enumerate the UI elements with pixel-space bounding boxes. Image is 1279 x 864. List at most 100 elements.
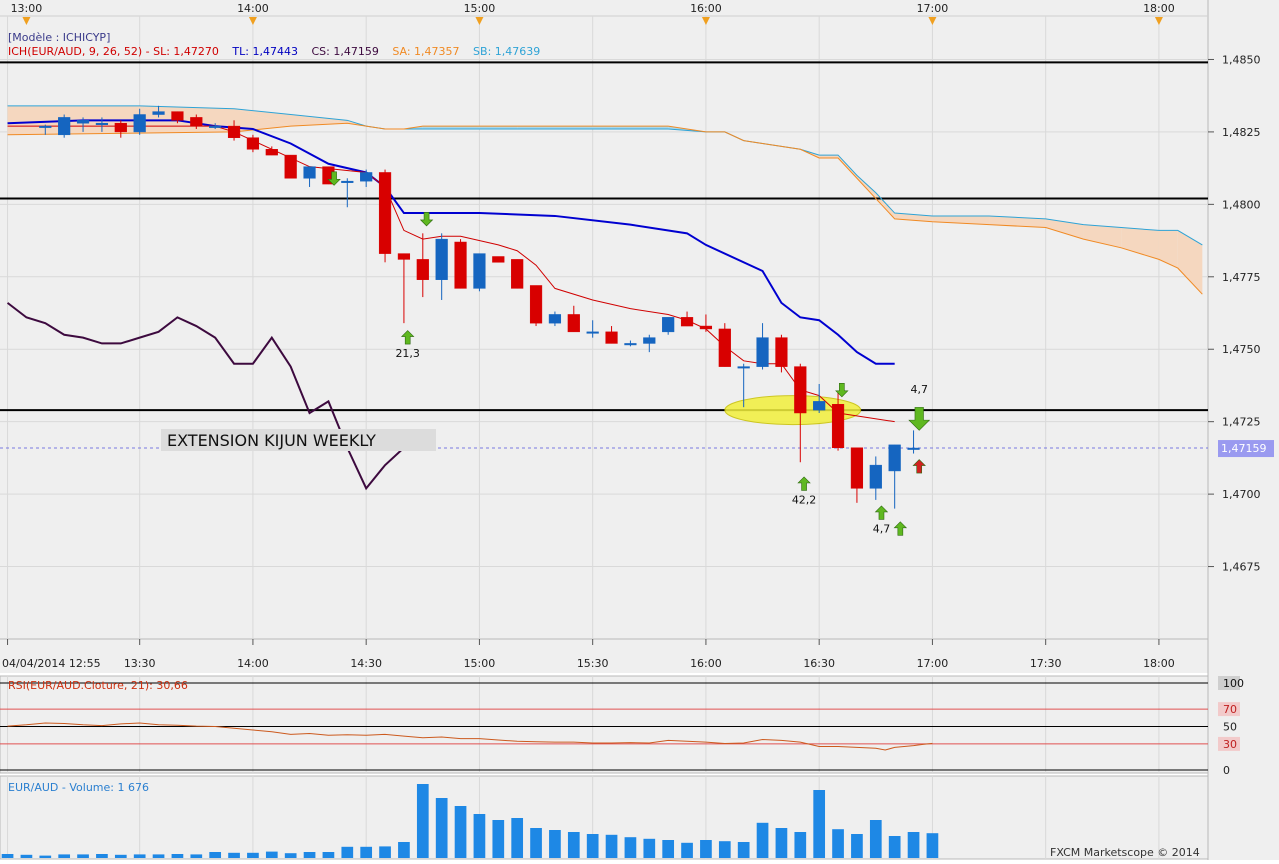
- candle-body[interactable]: [831, 404, 845, 449]
- candle-body[interactable]: [227, 125, 241, 138]
- volume-bar[interactable]: [247, 852, 259, 858]
- candle-body[interactable]: [171, 111, 184, 121]
- candle-body[interactable]: [95, 122, 109, 125]
- volume-bar[interactable]: [775, 828, 788, 858]
- candle-body[interactable]: [567, 314, 580, 333]
- volume-bar[interactable]: [454, 806, 467, 858]
- candle-body[interactable]: [718, 328, 731, 367]
- candle-body[interactable]: [454, 241, 467, 289]
- volume-bar[interactable]: [605, 834, 618, 858]
- candle-body[interactable]: [548, 314, 562, 324]
- candle-body[interactable]: [586, 331, 599, 334]
- volume-bar[interactable]: [832, 829, 844, 858]
- candle-body[interactable]: [888, 444, 901, 472]
- candle-body[interactable]: [850, 447, 864, 489]
- candle-body[interactable]: [492, 256, 505, 263]
- volume-bar[interactable]: [662, 840, 675, 858]
- volume-bar[interactable]: [39, 855, 52, 858]
- volume-bar[interactable]: [435, 798, 448, 858]
- volume-bar[interactable]: [341, 846, 354, 858]
- candle-body[interactable]: [114, 122, 127, 133]
- volume-bar[interactable]: [265, 851, 278, 858]
- candle-body[interactable]: [624, 343, 637, 346]
- volume-bar[interactable]: [379, 846, 391, 858]
- candle-body[interactable]: [680, 317, 694, 327]
- volume-bar[interactable]: [756, 822, 769, 858]
- volume-bar[interactable]: [473, 814, 486, 858]
- candle-body[interactable]: [737, 366, 750, 369]
- candle-body[interactable]: [378, 172, 392, 254]
- volume-bar[interactable]: [322, 852, 335, 858]
- volume-bar[interactable]: [171, 854, 184, 858]
- volume-bar[interactable]: [133, 854, 146, 858]
- volume-bar[interactable]: [869, 820, 882, 858]
- volume-bar[interactable]: [926, 833, 939, 858]
- candle-body[interactable]: [813, 401, 826, 411]
- candle-body[interactable]: [699, 325, 713, 330]
- candle-body[interactable]: [284, 154, 297, 179]
- volume-bar[interactable]: [96, 854, 108, 858]
- volume-bar[interactable]: [813, 790, 826, 858]
- volume-bar[interactable]: [624, 837, 637, 858]
- volume-bar[interactable]: [888, 836, 901, 858]
- volume-bar[interactable]: [718, 841, 731, 858]
- volume-bar[interactable]: [530, 828, 542, 858]
- candle-body[interactable]: [756, 337, 769, 367]
- volume-bar[interactable]: [492, 820, 505, 858]
- volume-bar[interactable]: [700, 840, 712, 858]
- candle-body[interactable]: [58, 117, 71, 136]
- candle-body[interactable]: [416, 259, 429, 280]
- volume-bar[interactable]: [152, 854, 165, 858]
- candle-body[interactable]: [39, 125, 52, 128]
- candle-body[interactable]: [246, 137, 260, 150]
- volume-bar[interactable]: [284, 853, 297, 858]
- volume-bar[interactable]: [737, 842, 750, 858]
- price-chart[interactable]: 21,3 42,2 4,7 4,7 1,4850 1,4825 1,4800 1,4775 1…: [0, 0, 1279, 860]
- candle-body[interactable]: [869, 464, 882, 489]
- annotation-box[interactable]: EXTENSION KIJUN WEEKLY: [161, 429, 436, 451]
- candle-body[interactable]: [794, 366, 807, 414]
- volume-bar[interactable]: [360, 846, 373, 858]
- volume-bar[interactable]: [114, 854, 127, 858]
- candle-body[interactable]: [152, 111, 165, 115]
- candle-body[interactable]: [265, 149, 278, 156]
- volume-bar[interactable]: [209, 852, 222, 858]
- candle-body[interactable]: [209, 125, 222, 128]
- volume-bar[interactable]: [907, 832, 920, 858]
- volume-bar[interactable]: [20, 854, 33, 858]
- volume-bar[interactable]: [549, 830, 561, 858]
- volume-bar[interactable]: [303, 852, 316, 858]
- volume-bar[interactable]: [567, 832, 580, 858]
- volume-bar[interactable]: [398, 842, 410, 858]
- candle-body[interactable]: [76, 120, 90, 124]
- volume-bar[interactable]: [851, 834, 863, 858]
- candle-body[interactable]: [529, 285, 543, 324]
- candle-body[interactable]: [775, 337, 788, 367]
- candle-body[interactable]: [360, 172, 373, 182]
- candle-body[interactable]: [662, 317, 675, 333]
- candle-body[interactable]: [435, 238, 448, 280]
- volume-bar[interactable]: [511, 818, 524, 858]
- candle-body[interactable]: [397, 253, 411, 260]
- annotation-text: EXTENSION KIJUN WEEKLY: [167, 431, 376, 450]
- volume-bar[interactable]: [1, 854, 14, 858]
- volume-bar[interactable]: [58, 854, 71, 858]
- volume-bar[interactable]: [643, 838, 656, 858]
- candle-body[interactable]: [341, 180, 354, 183]
- rsi-level-label: 0: [1223, 764, 1230, 777]
- volume-bar[interactable]: [77, 854, 89, 858]
- candle-body[interactable]: [303, 166, 316, 179]
- candle-body[interactable]: [605, 331, 618, 344]
- volume-bar[interactable]: [190, 854, 203, 858]
- candle-body[interactable]: [133, 114, 146, 133]
- candle-body[interactable]: [473, 253, 486, 289]
- candle-body[interactable]: [190, 117, 203, 127]
- volume-bar[interactable]: [228, 852, 240, 858]
- candle-body[interactable]: [511, 259, 524, 289]
- volume-bar[interactable]: [586, 834, 599, 858]
- volume-bar[interactable]: [681, 842, 693, 858]
- volume-bar[interactable]: [794, 832, 807, 858]
- candle-body[interactable]: [907, 447, 920, 450]
- volume-bar[interactable]: [416, 784, 429, 858]
- candle-body[interactable]: [643, 337, 656, 344]
